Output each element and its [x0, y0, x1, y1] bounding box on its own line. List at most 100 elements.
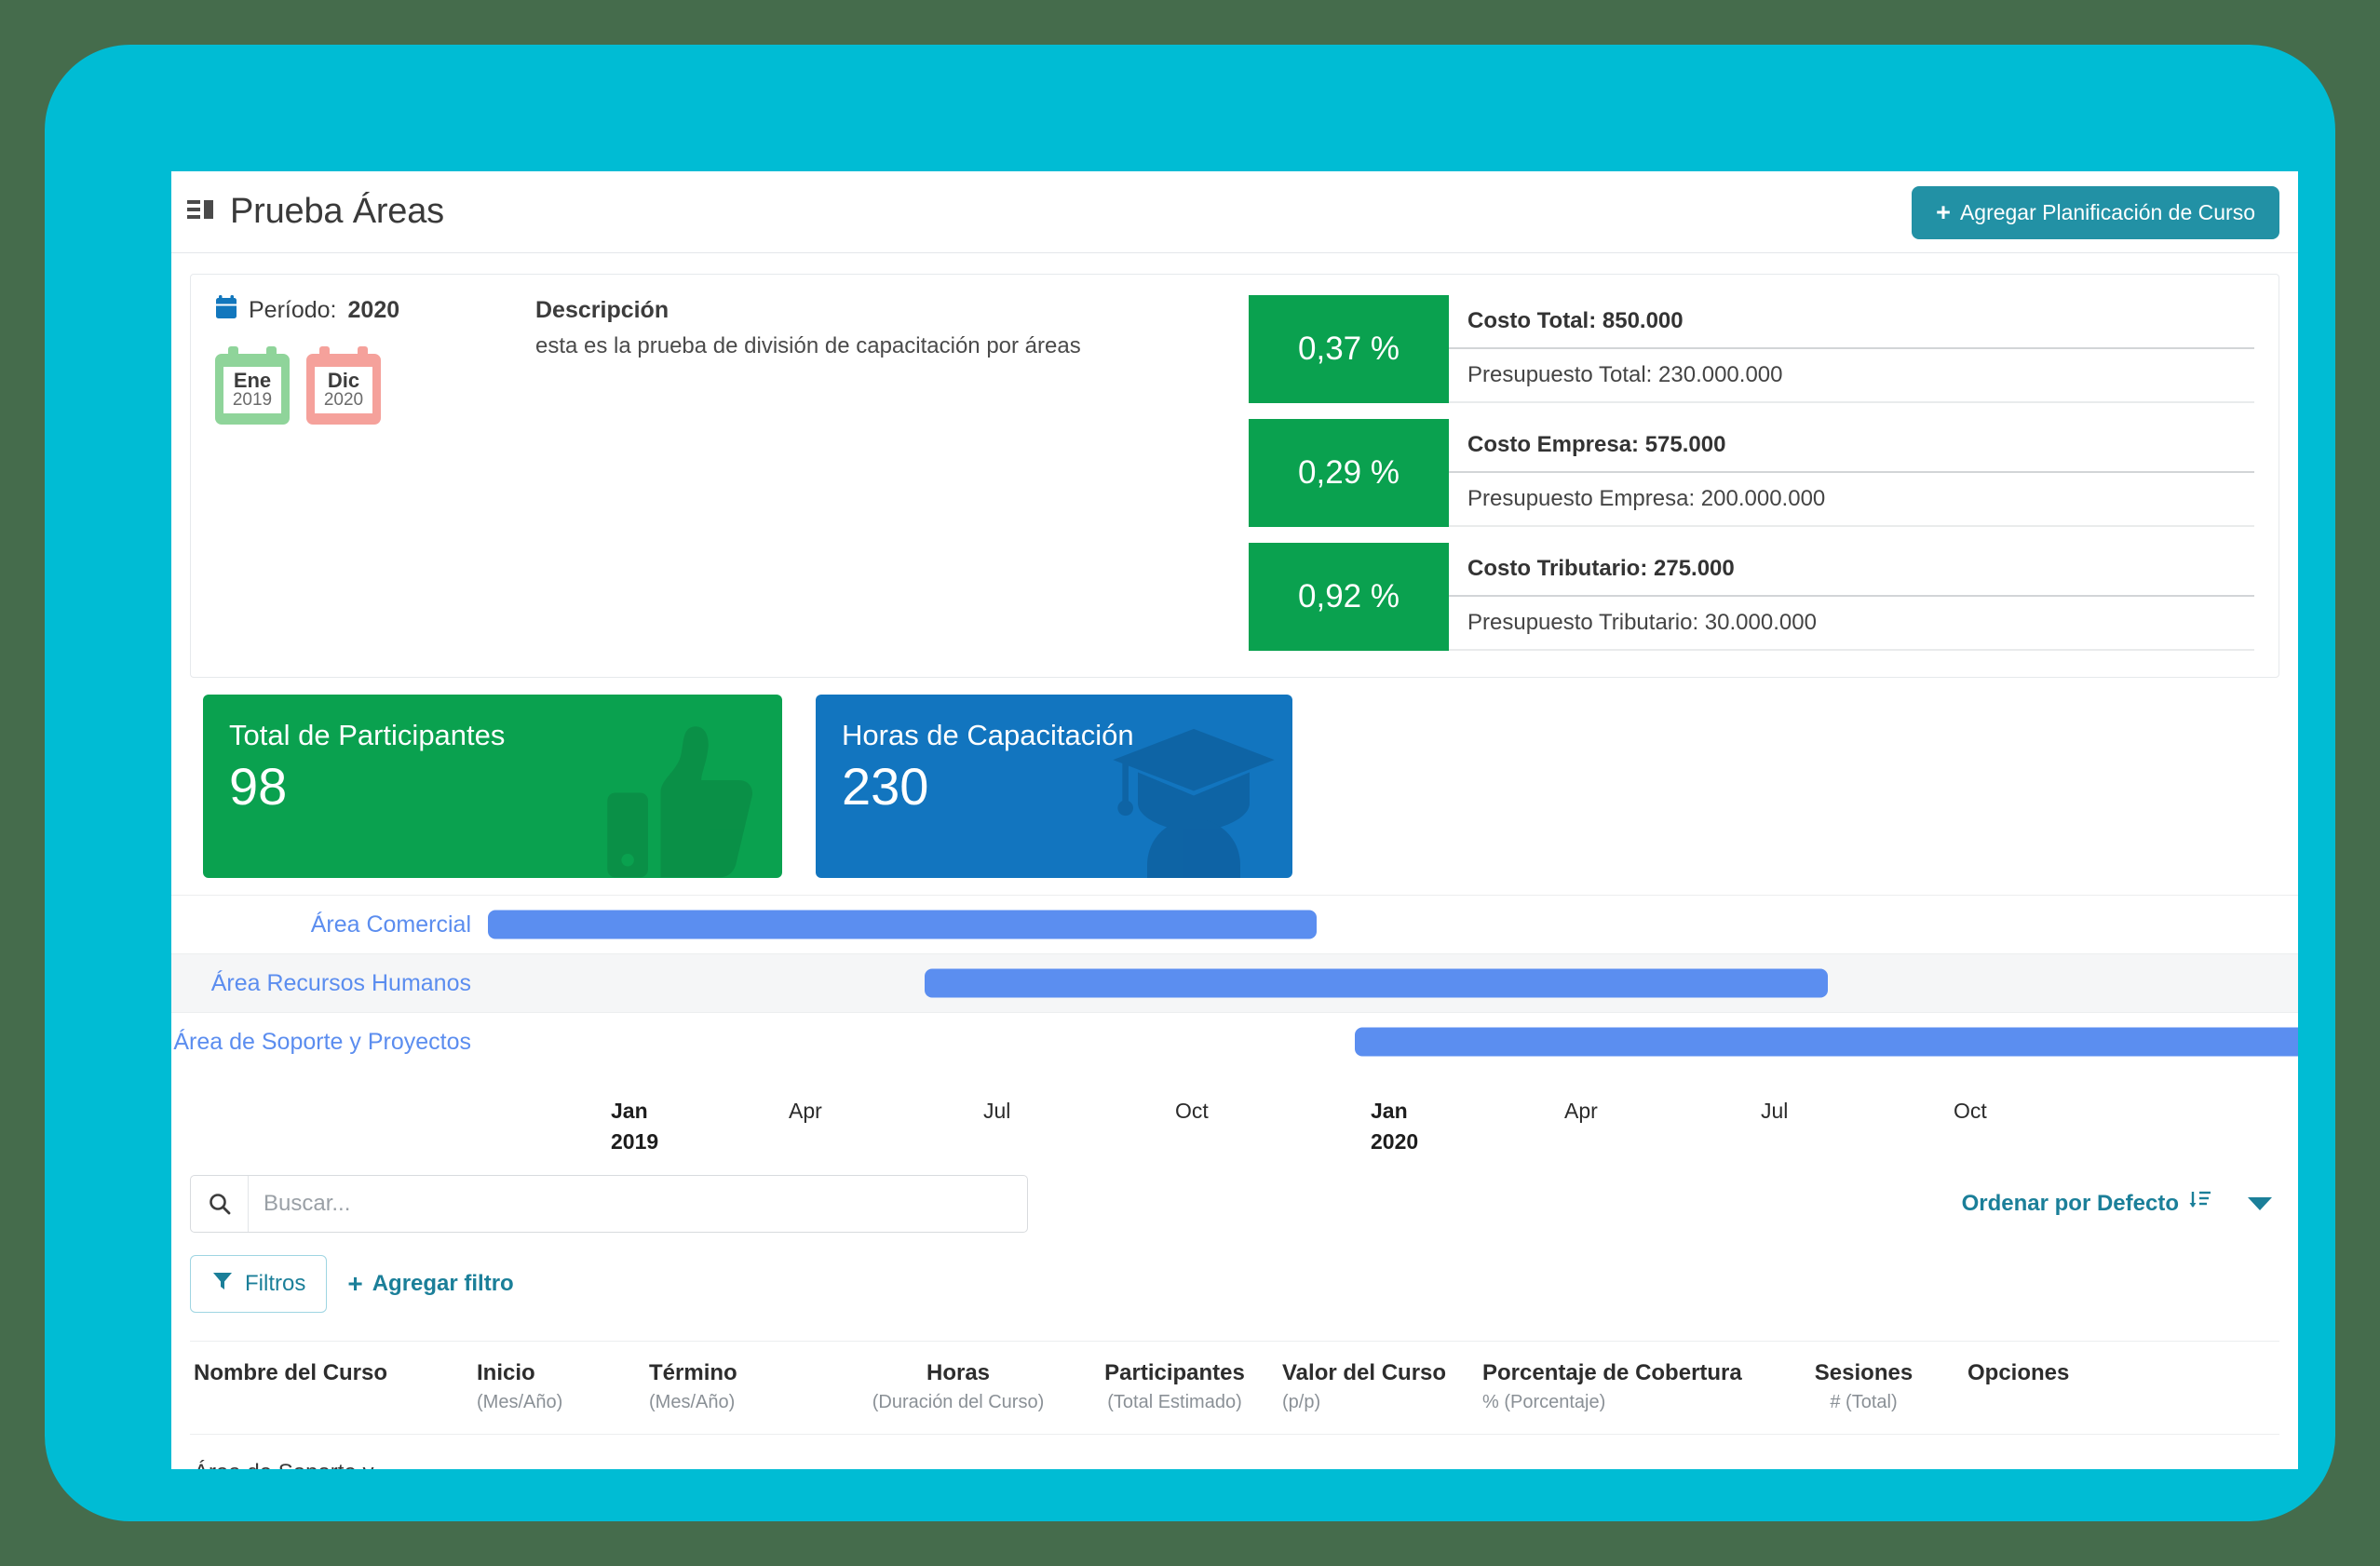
gantt-chart: Área Comercial Área Recursos Humanos Áre… [171, 895, 2298, 1173]
gantt-track [488, 1013, 2298, 1071]
search-box[interactable] [190, 1175, 1028, 1233]
kpi-percent: 0,92 % [1249, 543, 1449, 651]
stat-card-label: Horas de Capacitación [842, 719, 1292, 752]
sort-descending-icon [2188, 1188, 2212, 1219]
gantt-row: Área Comercial [171, 895, 2298, 953]
gantt-row-label: Área de Soporte y Proyectos [171, 1029, 488, 1056]
gantt-bar[interactable] [1355, 1028, 2298, 1057]
stat-card-hours: Horas de Capacitación 230 [816, 695, 1292, 878]
gantt-row-label: Área Comercial [171, 911, 488, 938]
gantt-bar[interactable] [925, 969, 1828, 998]
sort-label: Ordenar por Defecto [1962, 1191, 2179, 1217]
cell-termino: Diciembre 2020 [642, 1435, 842, 1470]
stat-card-list: Total de Participantes 98 Horas de Capac… [203, 695, 2279, 878]
add-filter-link[interactable]: + Agregar filtro [347, 1271, 513, 1297]
kpi-details: Costo Empresa: 575.000 Presupuesto Empre… [1449, 419, 2254, 527]
stat-card-participants: Total de Participantes 98 [203, 695, 782, 878]
filtros-button[interactable]: Filtros [190, 1255, 327, 1313]
kpi-percent: 0,29 % [1249, 419, 1449, 527]
col-header-name[interactable]: Nombre del Curso [190, 1342, 469, 1435]
sort-label-group[interactable]: Ordenar por Defecto [1962, 1188, 2212, 1219]
period-end-badge: Dic 2020 [306, 346, 381, 425]
col-header-sesiones[interactable]: Sesiones # (Total) [1782, 1342, 1945, 1435]
col-header-termino[interactable]: Término (Mes/Año) [642, 1342, 842, 1435]
title-group: Prueba Áreas [186, 192, 444, 232]
kpi-cost: Costo Tributario: 275.000 [1449, 543, 2254, 597]
badge-inner: Dic 2020 [315, 367, 372, 413]
app-screen: Prueba Áreas + Agregar Planificación de … [171, 171, 2298, 1469]
cell-participantes: 3 [1075, 1435, 1275, 1470]
cell-cobertura: 25,00 % [1475, 1435, 1782, 1470]
app-header: Prueba Áreas + Agregar Planificación de … [171, 171, 2298, 253]
period-line: Período: 2020 [215, 295, 532, 326]
cell-valor: 50.000 [1275, 1435, 1475, 1470]
axis-tick-jul-2020: Jul [1761, 1099, 1788, 1124]
kpi-cost: Costo Total: 850.000 [1449, 295, 2254, 349]
kpi-details: Costo Total: 850.000 Presupuesto Total: … [1449, 295, 2254, 403]
filtros-label: Filtros [245, 1271, 305, 1297]
calendar-icon [215, 295, 237, 326]
badge-month: Ene [234, 370, 271, 391]
stat-card-value: 98 [229, 756, 782, 817]
summary-panel: Período: 2020 Ene 2019 [190, 274, 2279, 678]
table-toolbar: Ordenar por Defecto [171, 1175, 2298, 1313]
page-title: Prueba Áreas [230, 192, 444, 232]
search-icon [191, 1176, 249, 1232]
description-section: Descripción esta es la prueba de divisió… [532, 295, 1249, 651]
gantt-track [488, 954, 2298, 1012]
col-header-valor[interactable]: Valor del Curso (p/p) [1275, 1342, 1475, 1435]
axis-tick-jan-2019: Jan 2019 [611, 1099, 658, 1154]
chevron-down-icon[interactable] [2248, 1197, 2272, 1210]
sort-control[interactable]: Ordenar por Defecto [1962, 1188, 2272, 1219]
plus-icon: + [1936, 200, 1951, 225]
axis-tick-oct-2020: Oct [1954, 1099, 1987, 1124]
gantt-bar[interactable] [488, 911, 1317, 939]
period-value: 2020 [348, 297, 400, 324]
filter-row: Filtros + Agregar filtro [190, 1255, 2279, 1313]
cell-name: Área de Soporte y Proyectos [190, 1435, 469, 1470]
kpi-card: 0,29 % Costo Empresa: 575.000 Presupuest… [1249, 419, 2254, 527]
period-start-badge: Ene 2019 [215, 346, 290, 425]
gantt-time-axis: Jan 2019 Apr Jul Oct Jan 2020 Apr [171, 1073, 2298, 1173]
gantt-row-label: Área Recursos Humanos [171, 970, 488, 997]
badge-month: Dic [328, 370, 359, 391]
col-header-horas[interactable]: Horas (Duración del Curso) [842, 1342, 1075, 1435]
stat-card-label: Total de Participantes [229, 719, 782, 752]
kpi-percent: 0,37 % [1249, 295, 1449, 403]
kpi-budget: Presupuesto Tributario: 30.000.000 [1449, 597, 2254, 651]
description-text: esta es la prueba de división de capacit… [535, 333, 1249, 359]
add-course-planning-label: Agregar Planificación de Curso [1960, 200, 2255, 225]
axis-tick-jul-2019: Jul [983, 1099, 1010, 1124]
col-header-opciones: Opciones [1945, 1342, 2279, 1435]
gantt-row: Área de Soporte y Proyectos [171, 1012, 2298, 1071]
kpi-card: 0,37 % Costo Total: 850.000 Presupuesto … [1249, 295, 2254, 403]
kpi-details: Costo Tributario: 275.000 Presupuesto Tr… [1449, 543, 2254, 651]
col-header-cobertura[interactable]: Porcentaje de Cobertura % (Porcentaje) [1475, 1342, 1782, 1435]
table-header-row: Nombre del Curso Inicio (Mes/Año) Términ… [190, 1342, 2279, 1435]
badge-year: 2020 [324, 391, 363, 411]
search-input[interactable] [249, 1176, 1027, 1232]
kpi-budget: Presupuesto Empresa: 200.000.000 [1449, 473, 2254, 527]
gantt-row: Área Recursos Humanos [171, 953, 2298, 1012]
courses-table: Nombre del Curso Inicio (Mes/Año) Términ… [190, 1341, 2279, 1469]
cell-options [1945, 1435, 2279, 1470]
plus-icon: + [347, 1271, 362, 1297]
funnel-icon [211, 1270, 234, 1299]
period-section: Período: 2020 Ene 2019 [215, 295, 532, 651]
description-title: Descripción [535, 297, 1249, 324]
cell-inicio: Enero 2020 [469, 1435, 642, 1470]
badge-inner: Ene 2019 [223, 367, 281, 413]
gantt-track [488, 896, 2298, 953]
col-header-participantes[interactable]: Participantes (Total Estimado) [1075, 1342, 1275, 1435]
kpi-cost: Costo Empresa: 575.000 [1449, 419, 2254, 473]
period-badges: Ene 2019 Dic 2020 [215, 346, 532, 425]
axis-tick-apr-2019: Apr [789, 1099, 822, 1124]
axis-tick-jan-2020: Jan 2020 [1371, 1099, 1418, 1154]
device-frame: Prueba Áreas + Agregar Planificación de … [45, 45, 2335, 1521]
cell-sesiones: 2 [1782, 1435, 1945, 1470]
add-course-planning-button[interactable]: + Agregar Planificación de Curso [1912, 186, 2279, 239]
col-header-inicio[interactable]: Inicio (Mes/Año) [469, 1342, 642, 1435]
badge-year: 2019 [233, 391, 272, 411]
cell-horas: 50 [842, 1435, 1075, 1470]
axis-tick-apr-2020: Apr [1564, 1099, 1598, 1124]
